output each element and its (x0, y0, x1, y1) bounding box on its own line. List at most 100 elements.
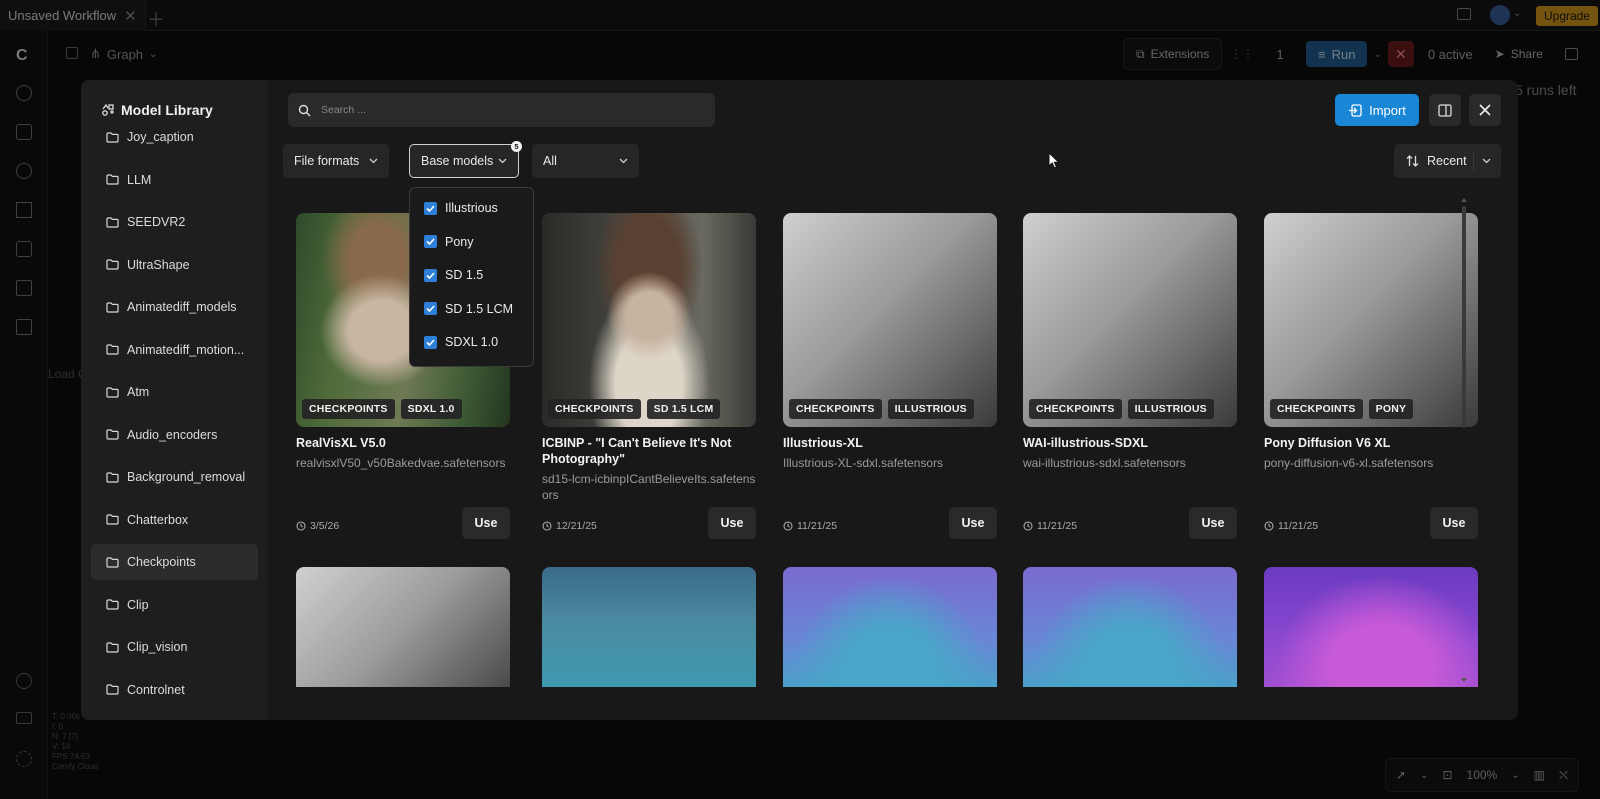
import-label: Import (1369, 102, 1406, 118)
base-model-option[interactable]: Pony (424, 232, 474, 252)
model-thumbnail[interactable]: CHECKPOINTS SD 1.5 LCM (542, 213, 756, 427)
scroll-down-icon[interactable] (1461, 678, 1467, 682)
folder-item[interactable]: Chatterbox (91, 502, 258, 538)
checkbox-checked-icon[interactable] (424, 235, 437, 248)
model-name: ICBINP - "I Can't Believe It's Not Photo… (542, 436, 732, 466)
tag-list: CHECKPOINTS ILLUSTRIOUS (789, 399, 974, 419)
model-thumbnail[interactable] (783, 567, 997, 687)
tag: CHECKPOINTS (548, 399, 641, 419)
base-model-option[interactable]: Illustrious (424, 198, 498, 218)
tag: ILLUSTRIOUS (887, 399, 974, 419)
model-thumbnail[interactable]: CHECKPOINTS ILLUSTRIOUS (1023, 213, 1237, 427)
use-model-button[interactable]: Use (708, 507, 756, 539)
folder-label: Animatediff_motion... (127, 342, 245, 357)
close-dialog-button[interactable] (1469, 94, 1501, 126)
dialog-title-text: Model Library (121, 102, 213, 118)
tag: SD 1.5 LCM (646, 399, 721, 419)
search-input[interactable] (321, 104, 681, 116)
clock-icon (783, 521, 793, 531)
folder-item[interactable]: Clip_vision (91, 629, 258, 665)
model-thumbnail[interactable]: CHECKPOINTS ILLUSTRIOUS (783, 213, 997, 427)
folder-icon (106, 471, 119, 483)
option-label: Illustrious (445, 201, 498, 215)
tag: CHECKPOINTS (1270, 399, 1363, 419)
chevron-down-icon (619, 158, 628, 164)
use-model-button[interactable]: Use (1430, 507, 1478, 539)
folder-item[interactable]: Clip (91, 587, 258, 623)
tag: CHECKPOINTS (302, 399, 395, 419)
grid-scrollbar[interactable] (1462, 206, 1466, 428)
model-date: 3/5/26 (296, 520, 339, 532)
base-model-option[interactable]: SD 1.5 (424, 265, 483, 285)
folder-item[interactable]: Audio_encoders (91, 417, 258, 453)
all-filter[interactable]: All (532, 144, 639, 178)
dialog-title: Model Library (101, 102, 213, 118)
folder-item[interactable]: Background_removal (91, 459, 258, 495)
folder-item[interactable]: UltraShape (91, 247, 258, 283)
base-models-filter[interactable]: Base models (409, 144, 519, 178)
folder-icon (106, 429, 119, 440)
model-library-dialog: Model Library Joy_caption LLM SEEDVR2 Ultra… (81, 80, 1518, 720)
folder-label: Controlnet (127, 682, 185, 697)
use-model-button[interactable]: Use (949, 507, 997, 539)
use-model-button[interactable]: Use (462, 507, 510, 539)
folder-icon (106, 301, 119, 313)
model-thumbnail[interactable]: CHECKPOINTS PONY (1264, 213, 1478, 427)
base-model-option[interactable]: SDXL 1.0 (424, 332, 498, 352)
model-date-text: 11/21/25 (1037, 520, 1078, 532)
panel-right-icon (1438, 103, 1452, 117)
checkbox-checked-icon[interactable] (424, 201, 437, 215)
folder-icon (106, 556, 119, 568)
checkbox-checked-icon[interactable] (424, 302, 437, 315)
use-model-button[interactable]: Use (1189, 507, 1237, 539)
folder-label: Clip (127, 597, 149, 612)
checkbox-checked-icon[interactable] (424, 268, 437, 282)
base-model-option[interactable]: SD 1.5 LCM (424, 299, 513, 319)
folder-item[interactable]: Checkpoints (91, 544, 258, 580)
chevron-down-icon (498, 158, 507, 164)
folder-icon (106, 259, 119, 270)
folder-item[interactable]: Joy_caption (91, 119, 258, 155)
model-date: 11/21/25 (783, 520, 837, 532)
folder-label: Audio_encoders (127, 427, 218, 442)
search-icon (298, 104, 311, 116)
folder-item[interactable]: LLM (91, 162, 258, 198)
file-formats-label: File formats (294, 154, 360, 168)
import-button[interactable]: Import (1335, 94, 1419, 126)
chevron-down-icon (369, 158, 378, 164)
close-icon (1479, 104, 1491, 116)
model-thumbnail[interactable] (1023, 567, 1237, 687)
folder-icon (106, 514, 119, 525)
mouse-cursor-icon (1048, 152, 1060, 169)
model-name: RealVisXL V5.0 (296, 436, 386, 450)
search-box[interactable] (288, 93, 715, 127)
scroll-up-icon[interactable] (1461, 198, 1467, 202)
clock-icon (542, 521, 552, 531)
model-filename: pony-diffusion-v6-xl.safetensors (1264, 456, 1434, 470)
sort-dropdown[interactable]: Recent (1394, 144, 1501, 178)
sort-icon (1406, 155, 1419, 167)
folder-label: Atm (127, 385, 150, 399)
tag: CHECKPOINTS (1029, 399, 1122, 419)
file-formats-filter[interactable]: File formats (283, 144, 389, 178)
folder-icon (106, 174, 119, 185)
model-thumbnail[interactable] (542, 567, 756, 687)
model-thumbnail[interactable] (1264, 567, 1478, 687)
folder-item[interactable]: Atm (91, 374, 258, 410)
folder-icon (106, 684, 119, 695)
model-thumbnail[interactable] (296, 567, 510, 687)
folder-item[interactable]: Controlnet (91, 672, 258, 708)
tag-list: CHECKPOINTS SDXL 1.0 (302, 399, 462, 419)
model-date-text: 11/21/25 (1278, 520, 1319, 532)
clock-icon (1264, 521, 1274, 531)
folder-sidebar: Model Library Joy_caption LLM SEEDVR2 Ultra… (81, 80, 268, 720)
folder-item[interactable]: SEEDVR2 (91, 204, 258, 240)
option-label: Pony (445, 234, 474, 249)
folder-item[interactable]: Animatediff_models (91, 289, 258, 325)
folder-label: Clip_vision (127, 640, 188, 654)
folder-item[interactable]: Animatediff_motion... (91, 332, 258, 368)
checkbox-checked-icon[interactable] (424, 335, 437, 349)
option-label: SDXL 1.0 (445, 335, 499, 349)
toggle-panel-button[interactable] (1429, 94, 1461, 126)
sort-label: Recent (1427, 154, 1467, 168)
